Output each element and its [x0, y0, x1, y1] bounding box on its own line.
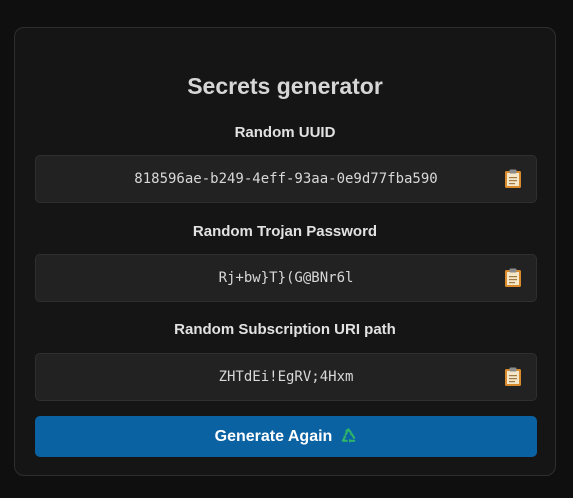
uuid-label: Random UUID [234, 124, 336, 141]
subscription-path-label: Random Subscription URI path [174, 321, 396, 338]
uuid-field[interactable]: 818596ae-b249-4eff-93aa-0e9d77fba590 [35, 155, 537, 203]
trojan-password-field[interactable]: Rj+bw}T}(G@BNr6l [35, 254, 537, 302]
subscription-path-value[interactable]: ZHTdEi!EgRV;4Hxm [36, 354, 536, 400]
clipboard-icon[interactable] [504, 268, 522, 288]
page-title: Secrets generator [187, 73, 383, 99]
subscription-path-field[interactable]: ZHTdEi!EgRV;4Hxm [35, 353, 537, 401]
generate-again-label: Generate Again [214, 427, 333, 445]
trojan-password-value[interactable]: Rj+bw}T}(G@BNr6l [36, 255, 536, 301]
generate-again-button[interactable]: Generate Again [35, 416, 537, 457]
clipboard-icon[interactable] [504, 169, 522, 189]
recycle-icon [342, 428, 356, 443]
uuid-value[interactable]: 818596ae-b249-4eff-93aa-0e9d77fba590 [36, 156, 536, 202]
secrets-card: Secrets generator Random UUID 818596ae-b… [14, 27, 556, 476]
trojan-password-label: Random Trojan Password [192, 223, 378, 240]
clipboard-icon[interactable] [504, 367, 522, 387]
